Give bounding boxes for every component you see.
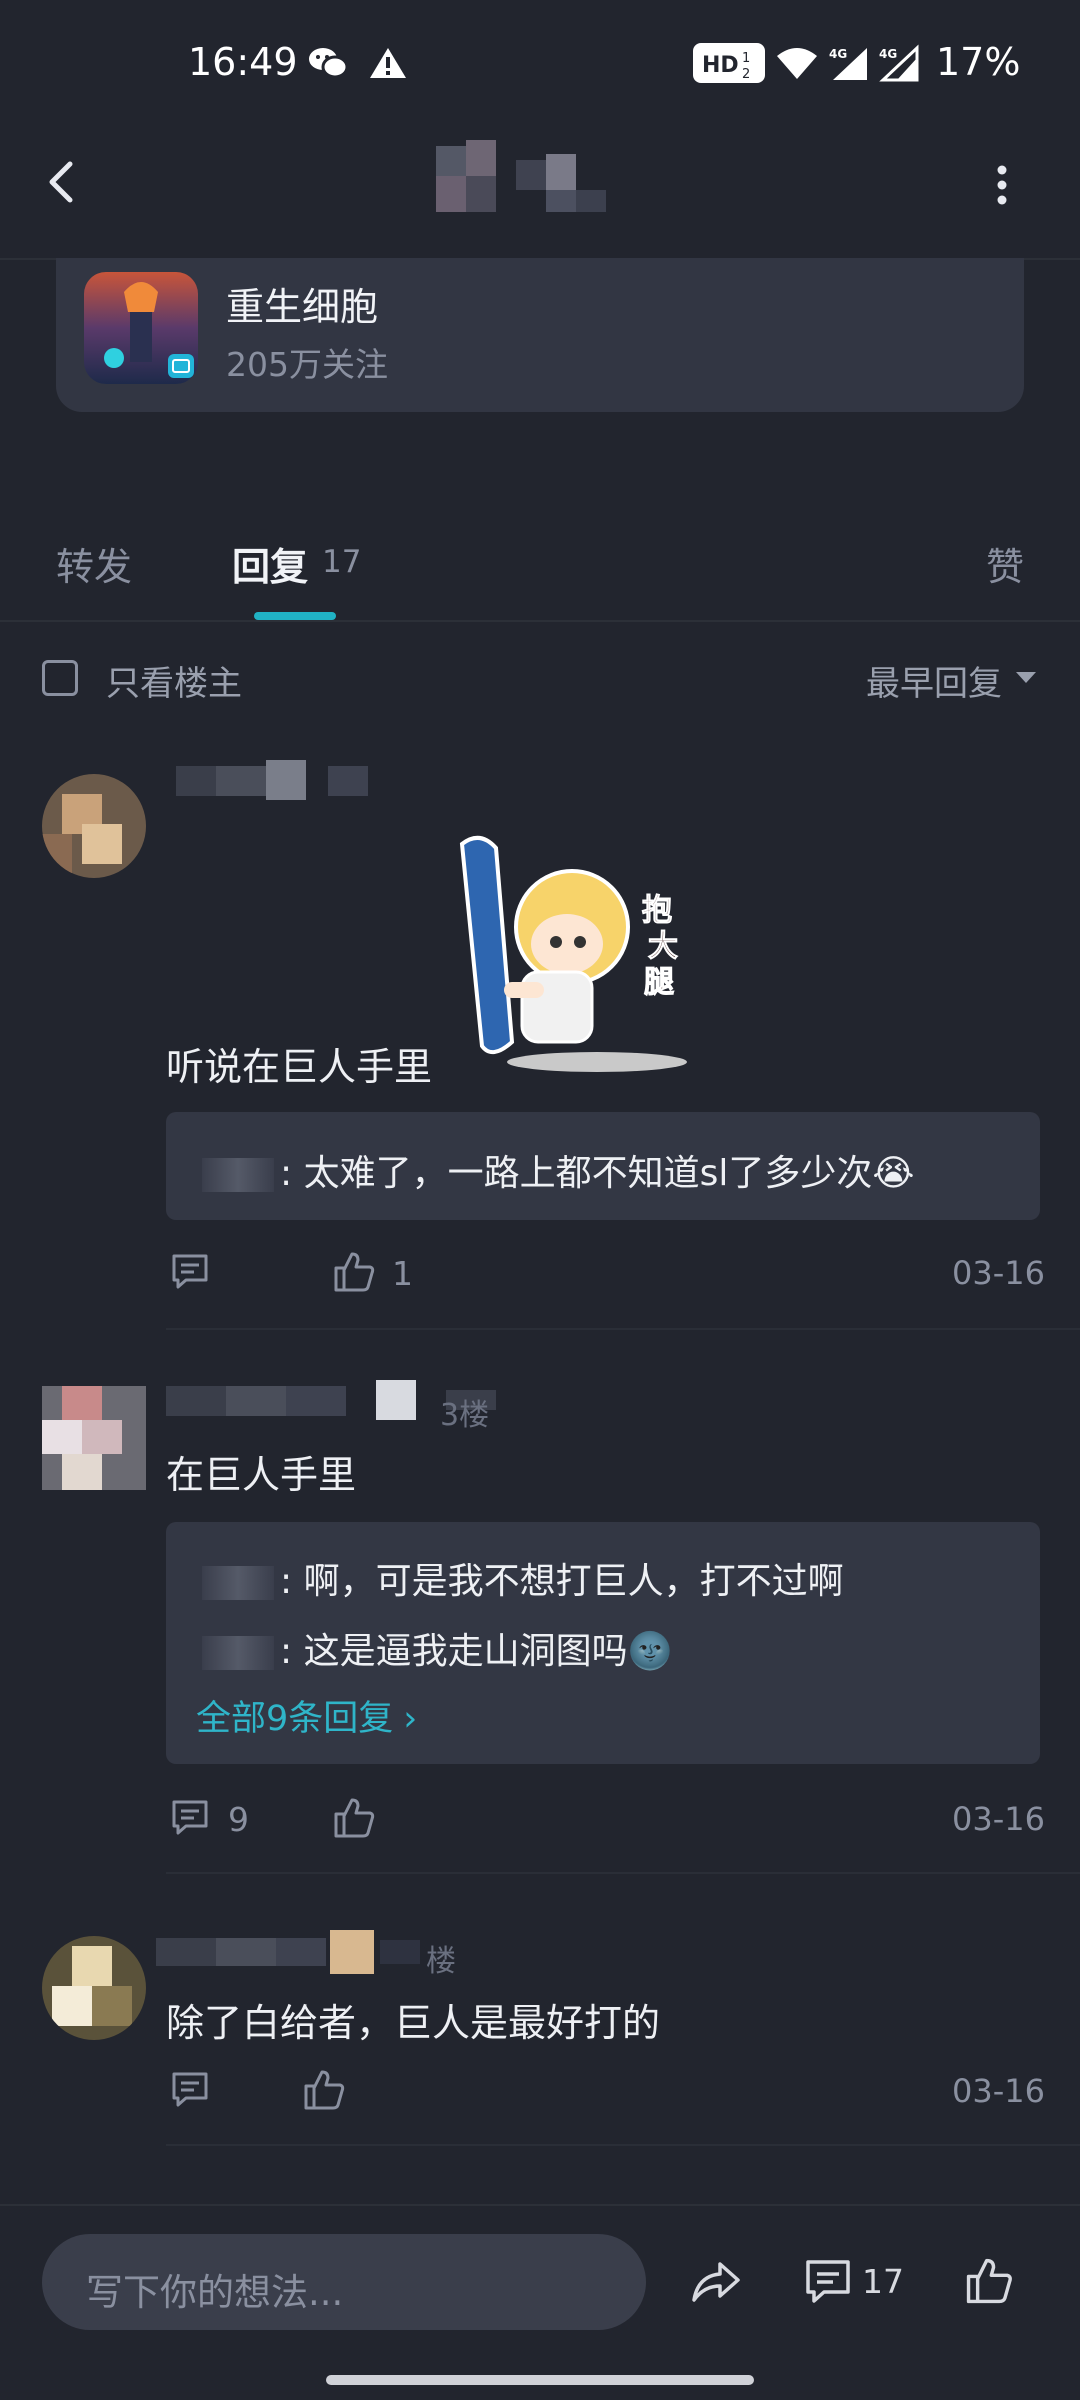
post-author-title-blurred xyxy=(436,140,636,220)
view-all-replies-link[interactable]: 全部9条回复 › xyxy=(196,1690,417,1741)
svg-text:HD: HD xyxy=(702,53,739,78)
game-card[interactable] xyxy=(56,258,1024,412)
chevron-right-icon: › xyxy=(403,1699,418,1739)
reply-button[interactable] xyxy=(170,2070,210,2110)
share-icon xyxy=(692,2262,740,2302)
chevron-left-icon xyxy=(49,161,73,203)
comment-icon xyxy=(806,2260,850,2303)
reply-author-blurred xyxy=(202,1158,274,1192)
thumbs-up-icon xyxy=(334,1252,375,1292)
tab-reply[interactable]: 回复 xyxy=(232,536,308,591)
svg-text:1: 1 xyxy=(742,51,750,66)
comments-count: 17 xyxy=(862,2262,904,2301)
reply-line: : 太难了，一路上都不知道sl了多少次😭 xyxy=(202,1144,914,1196)
svg-text:抱: 抱 xyxy=(642,893,672,928)
back-button[interactable] xyxy=(40,150,84,214)
avatar[interactable] xyxy=(42,1386,146,1490)
comment-text: 除了白给者，巨人是最好打的 xyxy=(166,2001,661,2045)
thumbs-up-icon xyxy=(334,1798,375,1838)
comment-icon xyxy=(172,1800,208,1835)
like-post-button[interactable] xyxy=(964,2256,1014,2306)
home-indicator[interactable] xyxy=(326,2375,754,2385)
like-button[interactable] xyxy=(302,2068,346,2112)
reply-line: : 啊，可是我不想打巨人，打不过啊 xyxy=(202,1552,844,1604)
avatar[interactable] xyxy=(42,1936,146,2040)
divider xyxy=(0,620,1080,622)
reply-preview-box[interactable]: : 啊，可是我不想打巨人，打不过啊 : 这是逼我走山洞图吗🌚 全部9条回复 › xyxy=(166,1522,1040,1764)
floor-number: 3楼 xyxy=(440,1398,490,1433)
comment-text: 听说在巨人手里 xyxy=(166,1045,433,1089)
more-vertical-icon xyxy=(997,165,1007,205)
svg-text:大: 大 xyxy=(648,929,678,964)
comment-icon xyxy=(172,1254,208,1289)
tab-like[interactable]: 赞 xyxy=(986,536,1024,591)
like-button[interactable] xyxy=(332,1796,376,1840)
tab-reply-count: 17 xyxy=(322,544,362,580)
divider xyxy=(166,2144,1080,2146)
game-name: 重生细胞 xyxy=(226,285,379,329)
avatar[interactable] xyxy=(42,774,146,878)
comment-date: 03-16 xyxy=(952,1800,1045,1838)
game-followers: 205万关注 xyxy=(226,345,388,384)
like-count: 1 xyxy=(392,1254,413,1293)
like-button[interactable] xyxy=(332,1250,376,1294)
thumbs-up-icon xyxy=(966,2258,1012,2304)
comment-text: 在巨人手里 xyxy=(166,1453,357,1497)
signal-4g-icon: 4G xyxy=(876,44,922,82)
more-button[interactable] xyxy=(990,160,1014,210)
reply-preview-box[interactable]: : 太难了，一路上都不知道sl了多少次😭 xyxy=(166,1112,1040,1220)
comment-date: 03-16 xyxy=(952,2072,1045,2110)
thumbs-up-icon xyxy=(304,2070,345,2110)
svg-text:4G: 4G xyxy=(879,47,897,61)
hd-icon: HD 1 2 xyxy=(692,43,766,83)
reply-button[interactable] xyxy=(170,1798,210,1838)
caret-down-icon[interactable] xyxy=(1016,672,1036,683)
signal-4g-icon: 4G xyxy=(826,44,872,82)
svg-text:2: 2 xyxy=(742,67,750,82)
reply-author-blurred xyxy=(202,1566,274,1600)
game-icon xyxy=(84,272,198,384)
floor-number: 楼 xyxy=(426,1944,456,1979)
username-blurred[interactable] xyxy=(166,760,396,804)
svg-text:4G: 4G xyxy=(829,47,847,61)
username-blurred[interactable] xyxy=(156,1930,436,1974)
reply-author-blurred xyxy=(202,1636,274,1670)
tab-indicator xyxy=(254,612,336,620)
divider xyxy=(166,1328,1080,1330)
svg-text:腿: 腿 xyxy=(644,965,674,1000)
battery-level: 17% xyxy=(936,40,1021,84)
only-op-label[interactable]: 只看楼主 xyxy=(106,656,242,705)
comment-input-placeholder[interactable]: 写下你的想法... xyxy=(86,2262,343,2316)
warning-icon xyxy=(366,44,410,82)
sort-dropdown[interactable]: 最早回复 xyxy=(866,656,1002,705)
comments-button[interactable] xyxy=(804,2258,852,2306)
share-button[interactable] xyxy=(690,2258,742,2306)
wifi-icon xyxy=(774,44,820,82)
divider xyxy=(166,1872,1080,1874)
reply-button[interactable] xyxy=(170,1252,210,1292)
tab-forward[interactable]: 转发 xyxy=(56,536,132,591)
only-op-checkbox[interactable] xyxy=(42,660,78,696)
wechat-icon xyxy=(306,44,350,82)
sticker-image: 抱 大 腿 xyxy=(452,832,692,1076)
comment-icon xyxy=(172,2072,208,2107)
reply-count: 9 xyxy=(228,1800,249,1839)
status-time: 16:49 xyxy=(188,40,298,84)
reply-line: : 这是逼我走山洞图吗🌚 xyxy=(202,1622,672,1674)
comment-date: 03-16 xyxy=(952,1254,1045,1292)
